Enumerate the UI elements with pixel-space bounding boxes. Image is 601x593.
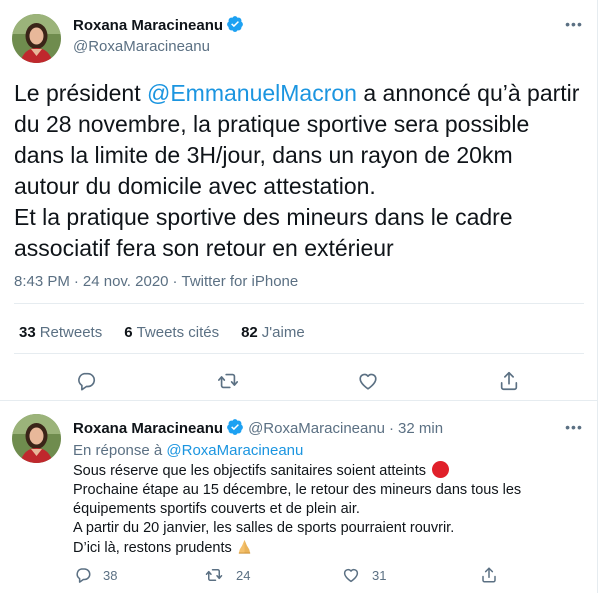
like-count: 31 — [372, 568, 387, 583]
reply-to: En réponse à @RoxaMaracineanu — [73, 442, 303, 459]
author-name[interactable]: Roxana Maracineanu — [73, 420, 223, 437]
reply-text: Sous réserve que les objectifs sanitaire… — [73, 461, 583, 558]
retweet-button[interactable] — [217, 370, 239, 392]
reply-icon — [78, 372, 96, 391]
likes-count: 82 — [241, 324, 258, 341]
reply-count: 38 — [103, 568, 118, 583]
reply-text-part: Sous réserve que les objectifs sanitaire… — [73, 463, 427, 479]
share-button[interactable] — [480, 566, 498, 584]
avatar[interactable] — [12, 14, 61, 63]
reply-button[interactable] — [74, 566, 92, 584]
mention-link[interactable]: @EmmanuelMacron — [147, 80, 357, 106]
more-icon[interactable]: ••• — [564, 420, 584, 434]
author-name[interactable]: Roxana Maracineanu — [73, 15, 244, 34]
divider — [14, 353, 584, 354]
reply-to-label: En réponse à — [73, 442, 163, 459]
quotes-count: 6 — [124, 324, 133, 341]
like-icon — [343, 568, 359, 583]
retweet-count: 24 — [236, 568, 251, 583]
retweets-count: 33 — [19, 324, 36, 341]
avatar[interactable] — [12, 414, 61, 463]
divider — [14, 303, 584, 304]
reply-tweet[interactable]: Roxana Maracineanu @RoxaMaracineanu · 32 mi… — [0, 401, 598, 593]
more-icon[interactable]: ••• — [564, 17, 584, 31]
tweet-stats: 33 Retweets 6 Tweets cités 82 J'aime — [19, 324, 305, 341]
reply-header: Roxana Maracineanu @RoxaMaracineanu · 32 mi… — [73, 418, 443, 437]
reply-text-part: Prochaine étape au 15 décembre, le retou… — [73, 482, 522, 556]
quotes-label: Tweets cités — [136, 324, 220, 341]
share-icon — [482, 567, 496, 583]
like-button[interactable] — [342, 566, 360, 584]
like-icon — [359, 373, 377, 390]
like-button[interactable] — [357, 370, 379, 392]
likes-stat[interactable]: 82 J'aime — [241, 324, 305, 341]
verified-badge-icon — [227, 419, 243, 435]
tweet-thread: Roxana Maracineanu @RoxaMaracineanu ••• … — [0, 0, 598, 593]
author-handle[interactable]: @RoxaMaracineanu — [73, 38, 210, 55]
tweet-text-part: Le président — [14, 80, 147, 106]
author-name-text: Roxana Maracineanu — [73, 17, 224, 34]
red-circle-emoji — [432, 461, 450, 478]
retweets-label: Retweets — [39, 324, 103, 341]
tweet-meta: 8:43 PM · 24 nov. 2020 · Twitter for iPhone — [14, 273, 298, 290]
retweet-icon — [218, 373, 238, 389]
separator: · — [389, 420, 395, 437]
tweet-text-content: Le président @EmmanuelMacron a annoncé q… — [14, 78, 584, 264]
tweet-date[interactable]: 24 nov. 2020 — [83, 273, 169, 290]
verified-badge-icon — [227, 16, 243, 32]
retweet-icon — [205, 569, 223, 581]
quotes-stat[interactable]: 6 Tweets cités — [124, 324, 219, 341]
tweet-time[interactable]: 32 min — [398, 420, 443, 437]
tweet-time[interactable]: 8:43 PM — [14, 273, 70, 290]
share-button[interactable] — [498, 370, 520, 392]
folded-hands-emoji — [238, 539, 250, 554]
share-icon — [500, 371, 518, 391]
separator: · — [73, 273, 79, 290]
retweet-button[interactable] — [205, 566, 223, 584]
tweet-text: Le président @EmmanuelMacron a annoncé q… — [14, 78, 584, 264]
tweet-source[interactable]: Twitter for iPhone — [182, 273, 299, 290]
retweets-stat[interactable]: 33 Retweets — [19, 324, 102, 341]
main-tweet: Roxana Maracineanu @RoxaMaracineanu ••• … — [0, 0, 598, 401]
separator: · — [172, 273, 178, 290]
tweet-text-part: a annoncé qu’à partir du 28 novembre, la… — [14, 80, 580, 261]
reply-icon — [76, 568, 91, 583]
reply-button[interactable] — [75, 370, 97, 392]
reply-to-handle[interactable]: @RoxaMaracineanu — [166, 442, 303, 459]
likes-label: J'aime — [261, 324, 305, 341]
author-handle[interactable]: @RoxaMaracineanu — [248, 420, 385, 437]
